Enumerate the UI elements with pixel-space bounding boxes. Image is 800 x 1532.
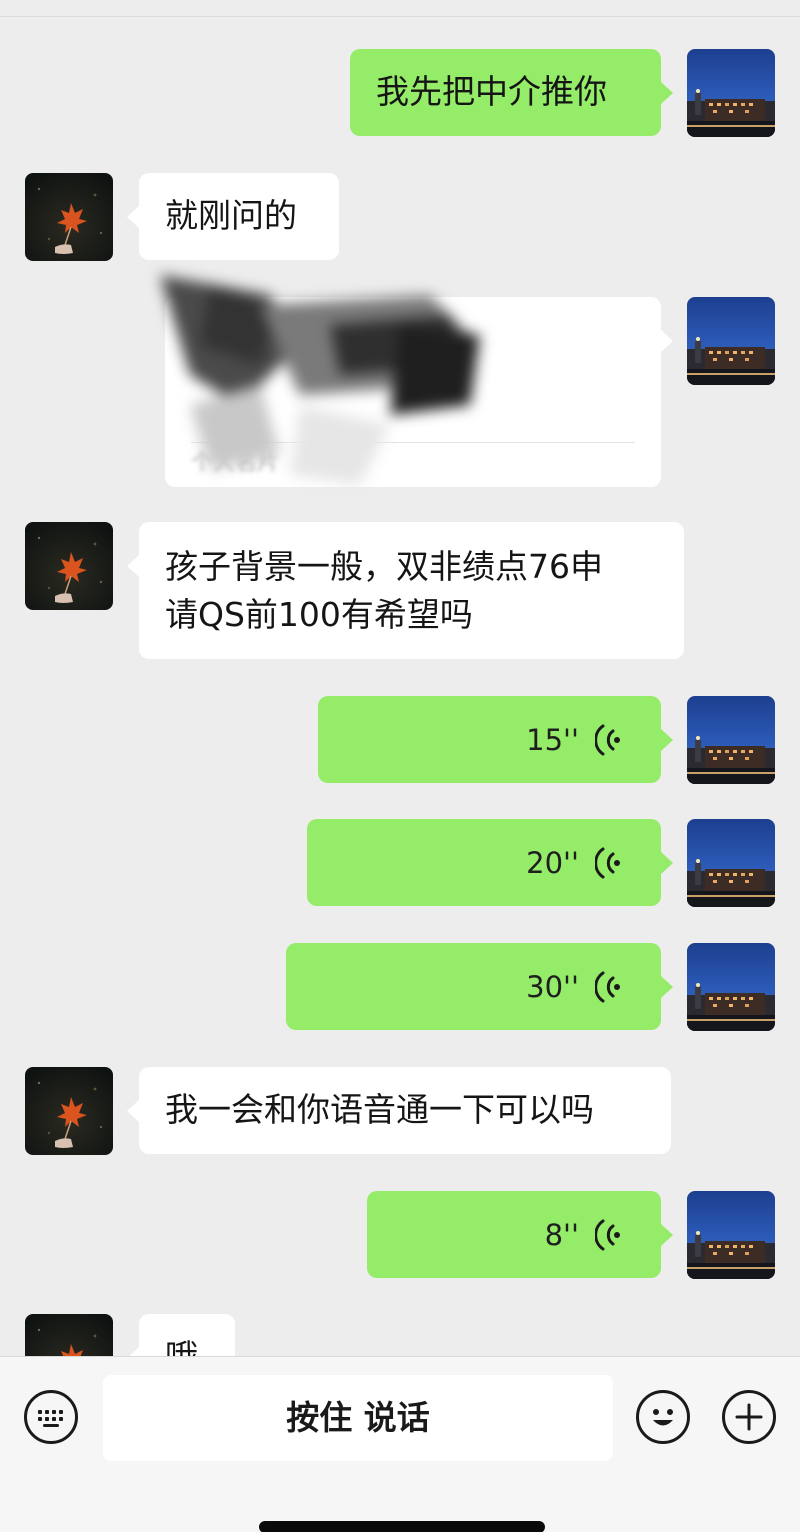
voice-message-bubble[interactable]: 30'' [286,943,673,1030]
keyboard-toggle-button[interactable] [24,1390,78,1444]
contact-avatar[interactable] [25,173,113,261]
voice-message-bubble[interactable]: 20'' [307,819,673,906]
voice-duration: 30'' [526,970,579,1004]
voice-wave-icon [595,847,620,879]
top-divider [0,0,800,17]
bubble-tail [127,555,139,577]
incoming-text-bubble[interactable]: 孩子背景一般，双非绩点76申 请QS前100有希望吗 [127,522,684,659]
message-text: 就刚问的 [165,196,297,235]
outgoing-text-bubble[interactable]: 我先把中介推你 [350,49,673,136]
my-avatar[interactable] [687,819,775,907]
my-avatar[interactable] [687,49,775,137]
message-text-line-1: 孩子背景一般，双非绩点76申 [165,547,603,586]
my-avatar[interactable] [687,297,775,385]
my-avatar[interactable] [687,943,775,1031]
voice-wave-icon [595,971,620,1003]
message-text: 我先把中介推你 [376,72,607,111]
bubble-tail [661,729,673,751]
emoji-icon [653,1409,673,1426]
contact-avatar[interactable] [25,522,113,610]
voice-duration: 8'' [544,1218,579,1252]
message-text-line-2: 请QS前100有希望吗 [165,595,473,634]
bubble-tail [127,206,139,228]
plus-icon [735,1403,763,1431]
emoji-button[interactable] [636,1390,690,1444]
keyboard-icon [38,1410,63,1427]
more-actions-button[interactable] [722,1390,776,1444]
home-indicator[interactable] [259,1521,545,1532]
message-text: 我一会和你语音通一下可以吗 [165,1090,594,1129]
voice-duration: 20'' [526,846,579,880]
bubble-tail [661,976,673,998]
bubble-tail [661,852,673,874]
voice-duration: 15'' [526,723,579,757]
hold-to-talk-label: 按住 说话 [286,1398,430,1437]
incoming-text-bubble[interactable]: 就刚问的 [127,173,339,260]
chat-screen: 我先把中介推你 就刚问的 个人名片 孩子背景一般，双非绩点76申 请QS前100… [0,0,800,1532]
bubble-tail [661,82,673,104]
redaction-scribble [150,255,670,495]
bubble-tail [661,1224,673,1246]
contact-avatar[interactable] [25,1067,113,1155]
bubble-tail [127,1100,139,1122]
chat-input-bar: 按住 说话 [0,1356,800,1532]
incoming-text-bubble[interactable]: 我一会和你语音通一下可以吗 [127,1067,671,1154]
my-avatar[interactable] [687,1191,775,1279]
voice-wave-icon [595,724,620,756]
my-avatar[interactable] [687,696,775,784]
hold-to-talk-button[interactable]: 按住 说话 [103,1375,613,1461]
voice-wave-icon [595,1219,620,1251]
voice-message-bubble[interactable]: 8'' [367,1191,673,1278]
voice-message-bubble[interactable]: 15'' [318,696,673,783]
